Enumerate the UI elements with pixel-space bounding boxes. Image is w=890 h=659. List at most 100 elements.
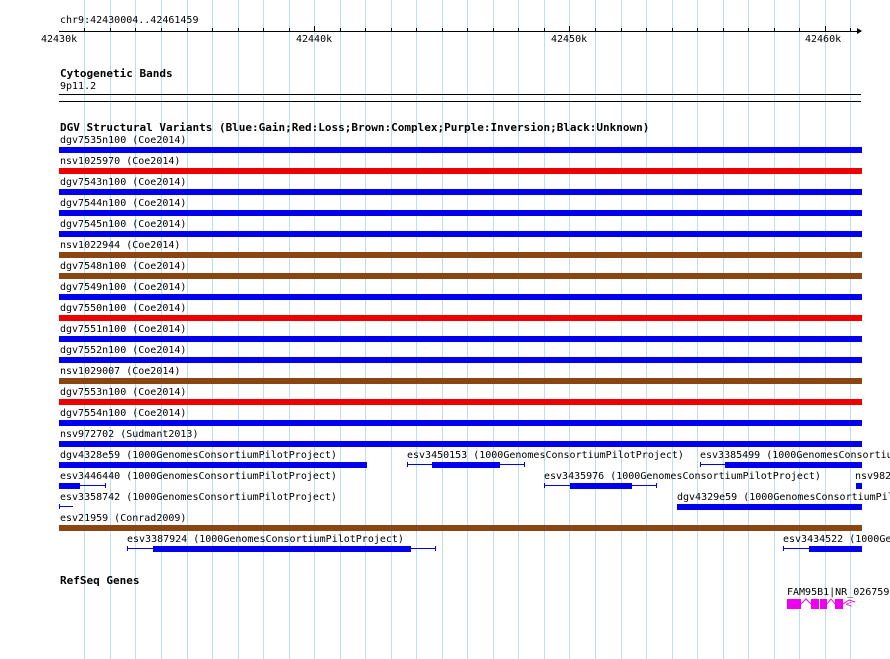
ruler-minor-tick [263, 28, 264, 31]
ruler-axis [59, 31, 861, 32]
variant-label[interactable]: dgv7535n100 (Coe2014) [60, 135, 186, 146]
ruler-major-tick [314, 26, 315, 31]
cytoband-label: 9p11.2 [60, 81, 97, 92]
variant-label[interactable]: dgv7543n100 (Coe2014) [60, 177, 186, 188]
ruler-major-tick [569, 26, 570, 31]
gene-exon [820, 599, 827, 609]
ruler-minor-tick [595, 28, 596, 31]
variant-label[interactable]: dgv4328e59 (1000GenomesConsortiumPilotPr… [60, 450, 337, 461]
ruler-arrow [857, 28, 862, 34]
variant-label[interactable]: esv21959 (Conrad2009) [60, 513, 186, 524]
variant-bar[interactable] [59, 462, 367, 468]
variant-label[interactable]: nsv1029007 (Coe2014) [60, 366, 180, 377]
variant-endcap [544, 483, 545, 488]
variant-label[interactable]: dgv7545n100 (Coe2014) [60, 219, 186, 230]
variant-label[interactable]: dgv7554n100 (Coe2014) [60, 408, 186, 419]
variant-label[interactable]: nsv1025970 (Coe2014) [60, 156, 180, 167]
variant-bar[interactable] [59, 315, 862, 321]
ruler-label-0: 42430k [41, 34, 78, 45]
variant-label[interactable]: esv3358742 (1000GenomesConsortiumPilotPr… [60, 492, 337, 503]
ruler-minor-tick [850, 28, 851, 31]
refseq-track-title[interactable]: RefSeq Genes [60, 575, 139, 587]
ruler-minor-tick [518, 28, 519, 31]
gene-model[interactable]: < [780, 595, 890, 615]
variant-bar[interactable] [570, 483, 632, 489]
ruler-label-2: 42450k [551, 34, 588, 45]
ruler-minor-tick [723, 28, 724, 31]
variant-bar[interactable] [59, 294, 862, 300]
ruler-minor-tick [646, 28, 647, 31]
variant-bar[interactable] [59, 378, 862, 384]
ruler-minor-tick [672, 28, 673, 31]
dgv-track-title[interactable]: DGV Structural Variants (Blue:Gain;Red:L… [60, 122, 649, 134]
variant-label[interactable]: dgv7550n100 (Coe2014) [60, 303, 186, 314]
ruler-minor-tick [442, 28, 443, 31]
ruler-label-3: 42460k [805, 34, 842, 45]
variant-endcap [783, 546, 784, 551]
variant-label[interactable]: esv3434522 (1000Ge [783, 534, 890, 545]
variant-endcap [407, 462, 408, 467]
variant-bar[interactable] [59, 483, 80, 489]
variant-bar[interactable] [59, 525, 862, 531]
variant-bar[interactable] [809, 546, 862, 552]
variant-bar[interactable] [59, 441, 862, 447]
variant-label[interactable]: dgv7551n100 (Coe2014) [60, 324, 186, 335]
variant-endcap [127, 546, 128, 551]
variant-bar[interactable] [856, 483, 862, 489]
ruler-minor-tick [289, 28, 290, 31]
ruler-minor-tick [391, 28, 392, 31]
variant-bar[interactable] [432, 462, 500, 468]
variant-bar[interactable] [153, 546, 411, 552]
ruler-minor-tick [544, 28, 545, 31]
variant-bar[interactable] [59, 273, 862, 279]
ruler-minor-tick [748, 28, 749, 31]
variant-bar[interactable] [725, 462, 862, 468]
genome-browser-view: chr9:42430004..42461459 42430k 42440k 42… [0, 0, 890, 659]
gene-exon [811, 599, 819, 609]
variant-endcap [656, 483, 657, 488]
ruler-minor-tick [187, 28, 188, 31]
variant-bar[interactable] [59, 231, 862, 237]
cytoband-track-title[interactable]: Cytogenetic Bands [60, 68, 173, 80]
ruler-minor-tick [161, 28, 162, 31]
variant-label[interactable]: esv3446440 (1000GenomesConsortiumPilotPr… [60, 471, 337, 482]
variant-endcap [59, 504, 60, 509]
ruler-minor-tick [621, 28, 622, 31]
ruler-minor-tick [365, 28, 366, 31]
ruler-major-tick [825, 26, 826, 31]
variant-label[interactable]: dgv7544n100 (Coe2014) [60, 198, 186, 209]
gene-strand-arrow: < [845, 600, 853, 610]
variant-line [59, 506, 73, 507]
variant-bar[interactable] [59, 168, 862, 174]
variant-bar[interactable] [59, 399, 862, 405]
variant-label[interactable]: dgv7553n100 (Coe2014) [60, 387, 186, 398]
variant-bar[interactable] [677, 504, 862, 510]
variant-label[interactable]: esv3435976 (1000GenomesConsortiumPilotPr… [544, 471, 821, 482]
variant-label[interactable]: nsv972702 (Sudmant2013) [60, 429, 198, 440]
variant-label[interactable]: nsv982 [855, 471, 890, 482]
variant-endcap [700, 462, 701, 467]
variant-label[interactable]: dgv7549n100 (Coe2014) [60, 282, 186, 293]
variant-bar[interactable] [59, 252, 862, 258]
gene-intron [800, 598, 812, 605]
variant-label[interactable]: dgv4329e59 (1000GenomesConsortiumPil [677, 492, 890, 503]
ruler-minor-tick [340, 28, 341, 31]
gene-intron [826, 598, 836, 605]
ruler-minor-tick [84, 28, 85, 31]
variant-label[interactable]: esv3385499 (1000GenomesConsortiu [700, 450, 890, 461]
variant-bar[interactable] [59, 210, 862, 216]
variant-bar[interactable] [59, 357, 862, 363]
ruler-minor-tick [774, 28, 775, 31]
variant-bar[interactable] [59, 147, 862, 153]
ruler-minor-tick [135, 28, 136, 31]
variant-label[interactable]: dgv7552n100 (Coe2014) [60, 345, 186, 356]
variant-label[interactable]: esv3450153 (1000GenomesConsortiumPilotPr… [407, 450, 684, 461]
variant-label[interactable]: nsv1022944 (Coe2014) [60, 240, 180, 251]
variant-label[interactable]: dgv7548n100 (Coe2014) [60, 261, 186, 272]
ruler-label-1: 42440k [296, 34, 333, 45]
variant-bar[interactable] [59, 336, 862, 342]
variant-bar[interactable] [59, 420, 862, 426]
variant-bar[interactable] [59, 189, 862, 195]
variant-label[interactable]: esv3387924 (1000GenomesConsortiumPilotPr… [127, 534, 404, 545]
position-label: chr9:42430004..42461459 [60, 15, 199, 26]
